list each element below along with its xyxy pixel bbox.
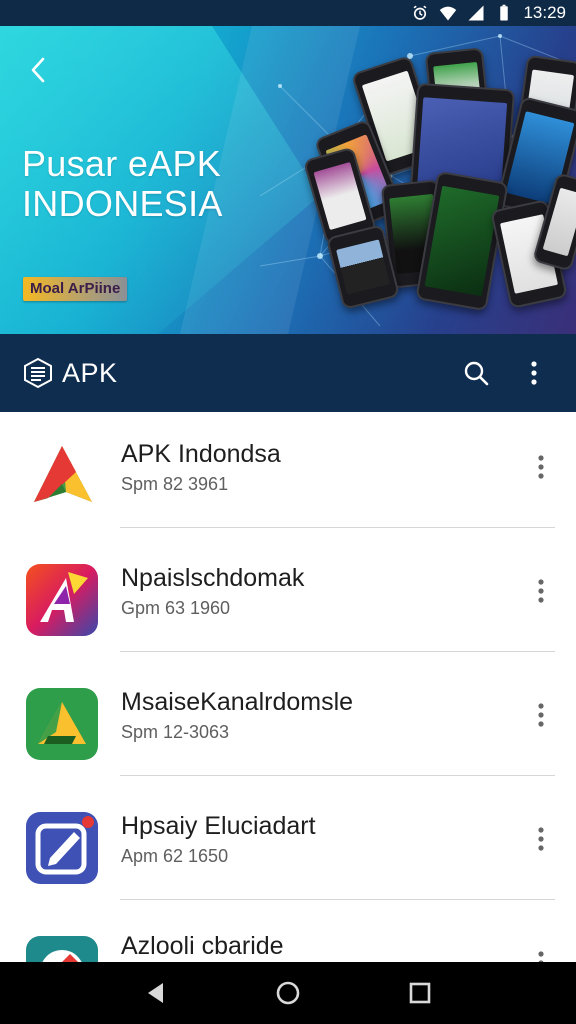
app-name: MsaiseKanalrdomsle: [121, 688, 354, 716]
divider: [120, 527, 555, 528]
app-subtitle: Gpm 63 1960: [121, 598, 231, 618]
app-title: APK: [62, 357, 118, 388]
list-item[interactable]: Azlooli cbaride: [0, 908, 576, 962]
item-more-button[interactable]: [526, 576, 556, 606]
green-yellow-a-app-icon: [26, 688, 98, 760]
green-a-app-icon: [26, 440, 98, 512]
app-name: APK Indondsa: [121, 440, 281, 468]
battery-icon: [495, 4, 513, 22]
app-bar: APK: [0, 334, 576, 412]
more-vertical-icon: [538, 455, 544, 479]
app-subtitle: Spm 82 3961: [121, 474, 229, 494]
list-item[interactable]: Npaislschdomak Gpm 63 1960: [0, 536, 576, 660]
banner-badge: Moal ArPiine: [23, 277, 128, 301]
apk-logo-icon: [22, 357, 54, 389]
blue-edit-app-icon: [26, 812, 98, 884]
wifi-icon: [439, 4, 457, 22]
app-name: Hpsaiy Eluciadart: [121, 812, 316, 840]
divider: [120, 899, 555, 900]
colorful-a-app-icon: [26, 564, 98, 636]
more-vertical-icon: [538, 827, 544, 851]
more-vertical-icon: [538, 951, 544, 962]
banner-title-line1: Pusar eAPK: [22, 143, 222, 184]
more-vertical-icon: [538, 703, 544, 727]
back-button[interactable]: [22, 52, 54, 88]
more-vertical-icon: [538, 579, 544, 603]
nav-recents-button[interactable]: [398, 971, 442, 1015]
list-item[interactable]: Hpsaiy Eluciadart Apm 62 1650: [0, 784, 576, 908]
more-vertical-icon: [531, 361, 537, 385]
item-more-button[interactable]: [526, 824, 556, 854]
status-time: 13:29: [523, 3, 566, 22]
hero-banner: Pusar eAPK INDONESIA Moal ArPiine: [0, 26, 576, 334]
status-bar: 13:29: [0, 0, 576, 26]
paint-app-icon: [26, 936, 98, 962]
overflow-menu-button[interactable]: [514, 353, 554, 393]
item-more-button[interactable]: [526, 452, 556, 482]
signal-icon: [467, 4, 485, 22]
app-list: APK Indondsa Spm 82 3961 Npaislschdomak …: [0, 412, 576, 962]
banner-title-line2: INDONESIA: [22, 183, 223, 224]
triangle-back-icon: [148, 983, 163, 1003]
item-more-button[interactable]: [526, 700, 556, 730]
search-icon: [464, 361, 489, 386]
banner-title: Pusar eAPK INDONESIA: [22, 144, 223, 224]
circle-home-icon: [276, 981, 300, 1005]
app-subtitle: Spm 12-3063: [121, 722, 230, 742]
app-name: Npaislschdomak: [121, 564, 305, 592]
chevron-left-icon: [31, 57, 45, 83]
divider: [120, 775, 555, 776]
divider: [120, 651, 555, 652]
item-more-button[interactable]: [526, 948, 556, 962]
list-item[interactable]: APK Indondsa Spm 82 3961: [0, 412, 576, 536]
app-subtitle: Apm 62 1650: [121, 846, 229, 866]
nav-home-button[interactable]: [266, 971, 310, 1015]
square-recents-icon: [409, 982, 431, 1004]
app-name: Azlooli cbaride: [121, 932, 284, 960]
nav-back-button[interactable]: [134, 971, 178, 1015]
navigation-bar: [0, 962, 576, 1024]
search-button[interactable]: [456, 353, 496, 393]
list-item[interactable]: MsaiseKanalrdomsle Spm 12-3063: [0, 660, 576, 784]
alarm-icon: [411, 4, 429, 22]
